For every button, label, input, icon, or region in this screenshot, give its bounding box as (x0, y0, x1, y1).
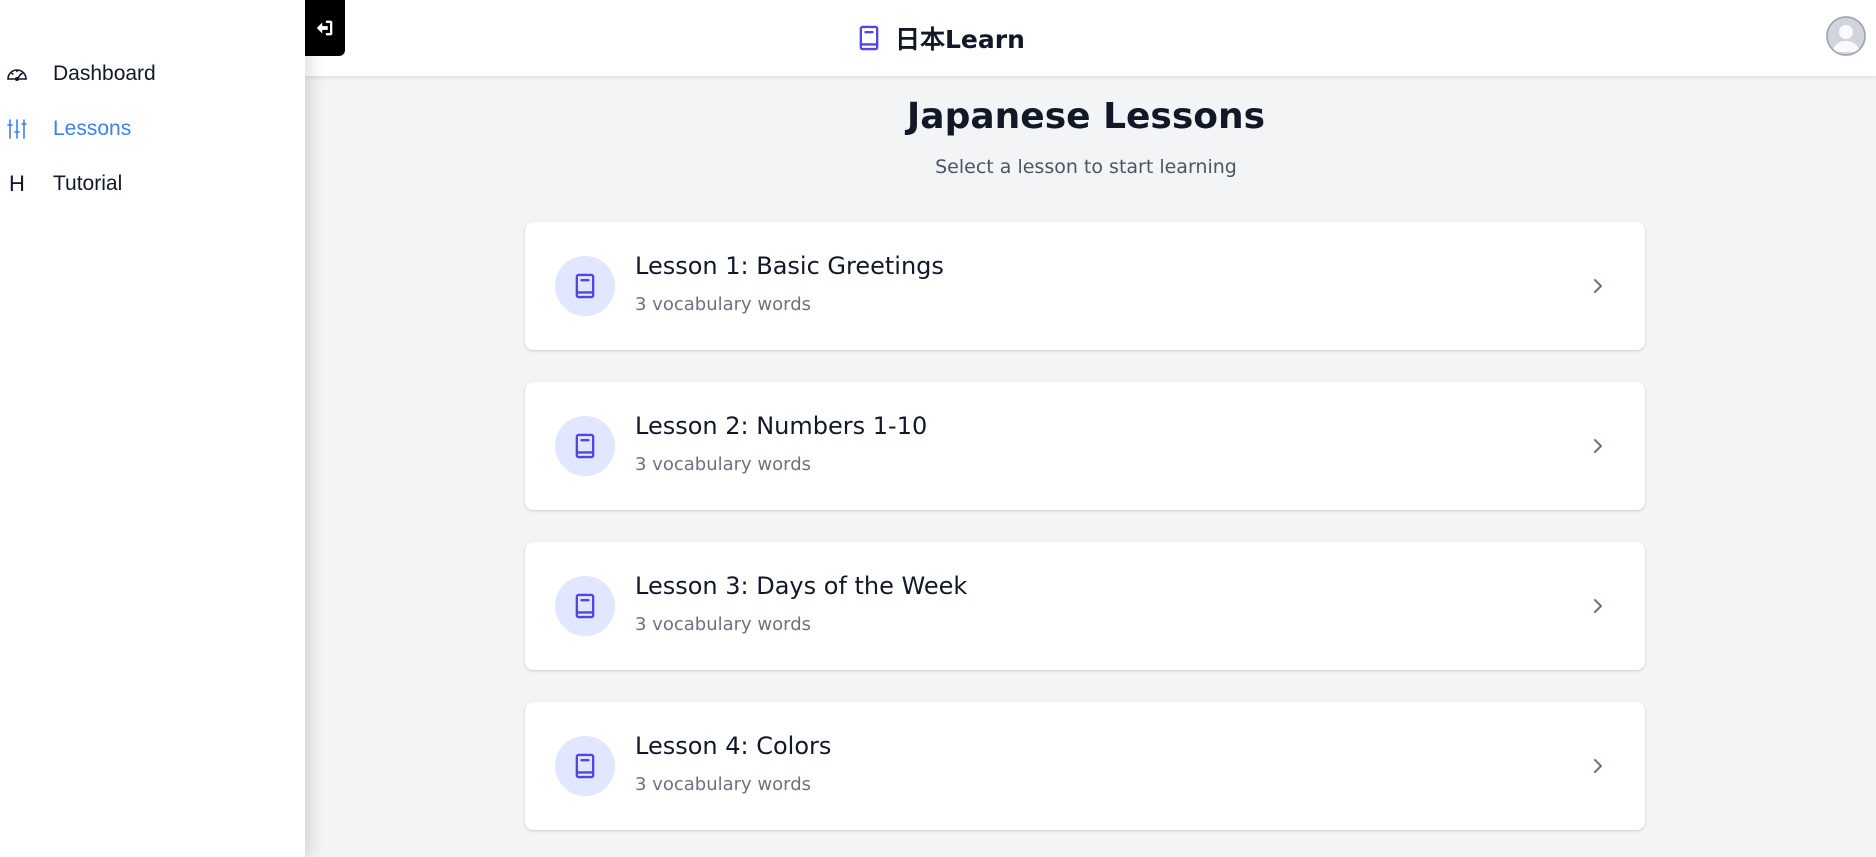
user-avatar[interactable] (1826, 16, 1866, 56)
h-letter-icon: H (9, 171, 25, 196)
main-content: Japanese Lessons Select a lesson to star… (305, 76, 1876, 857)
chevron-right-icon (1589, 596, 1607, 616)
top-header: 日本Learn (305, 0, 1876, 76)
brand-name: 日本Learn (895, 25, 1025, 54)
lesson-card[interactable]: Lesson 1: Basic Greetings 3 vocabulary w… (525, 222, 1645, 350)
book-icon (571, 432, 599, 460)
page-subtitle: Select a lesson to start learning (935, 156, 1237, 178)
lesson-card[interactable]: Lesson 4: Colors 3 vocabulary words (525, 702, 1645, 830)
lesson-vocab-count: 3 vocabulary words (635, 774, 812, 795)
chevron-right-icon (1589, 436, 1607, 456)
lesson-title: Lesson 2: Numbers 1-10 (635, 412, 928, 440)
page-title: Japanese Lessons (906, 96, 1266, 137)
lesson-icon-circle (555, 256, 615, 316)
book-icon (571, 592, 599, 620)
book-icon (855, 24, 883, 52)
sidebar-collapse-button[interactable] (305, 0, 345, 56)
chevron-right-icon (1589, 756, 1607, 776)
lesson-title: Lesson 4: Colors (635, 732, 832, 760)
lesson-icon-circle (555, 736, 615, 796)
sidebar-item-dashboard[interactable]: Dashboard (0, 54, 305, 94)
sidebar: Dashboard Lessons H Tutorial (0, 0, 305, 857)
user-avatar-icon (1826, 16, 1866, 56)
book-icon (571, 272, 599, 300)
sidebar-item-lessons[interactable]: Lessons (0, 109, 305, 149)
sidebar-item-label: Dashboard (53, 62, 156, 85)
lesson-card[interactable]: Lesson 3: Days of the Week 3 vocabulary … (525, 542, 1645, 670)
sliders-icon (4, 116, 30, 142)
lesson-vocab-count: 3 vocabulary words (635, 454, 812, 475)
lesson-title: Lesson 1: Basic Greetings (635, 252, 944, 280)
sidebar-item-label: Tutorial (53, 172, 123, 195)
chevron-right-icon (1589, 276, 1607, 296)
lesson-vocab-count: 3 vocabulary words (635, 614, 812, 635)
sidebar-item-tutorial[interactable]: H Tutorial (0, 164, 305, 204)
dashboard-gauge-icon (4, 61, 30, 87)
book-icon (571, 752, 599, 780)
brand-logo[interactable]: 日本Learn (855, 20, 1025, 56)
lesson-title: Lesson 3: Days of the Week (635, 572, 968, 600)
sign-out-arrow-icon (314, 17, 336, 39)
sidebar-item-label: Lessons (53, 117, 132, 140)
lesson-icon-circle (555, 416, 615, 476)
lesson-card[interactable]: Lesson 2: Numbers 1-10 3 vocabulary word… (525, 382, 1645, 510)
lesson-vocab-count: 3 vocabulary words (635, 294, 812, 315)
lesson-icon-circle (555, 576, 615, 636)
